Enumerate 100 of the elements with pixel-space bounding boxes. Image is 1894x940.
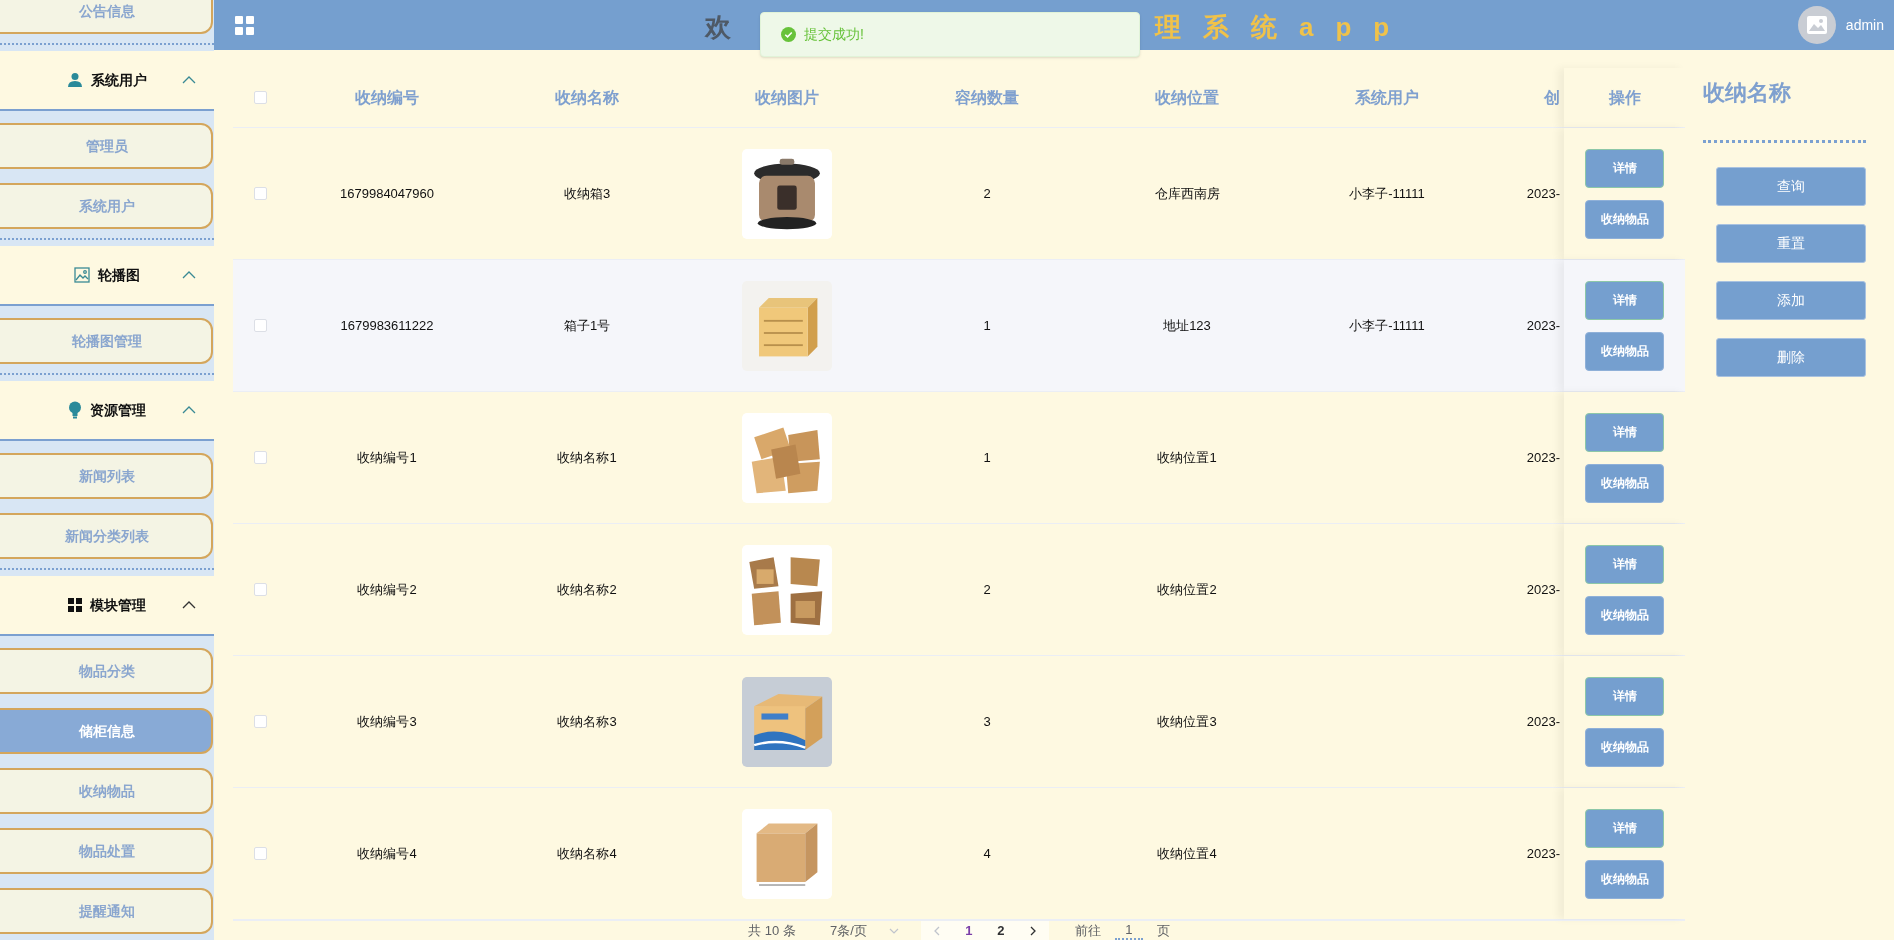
table-cell-text: 收纳位置4 [1157,844,1217,863]
checkbox[interactable] [253,91,267,104]
action-button[interactable]: 查询 [1716,167,1866,206]
details-button[interactable]: 详情 [1585,808,1664,848]
action-button[interactable]: 重置 [1716,224,1866,263]
table-cell-text: 1 [983,316,991,335]
goto-label: 前往 [1074,921,1101,940]
group-label: 系统用户 [91,70,147,90]
table-cell-text: 小李子-11111 [1349,184,1425,203]
grid-icon [68,598,82,612]
group-label: 模块管理 [90,595,146,615]
table-cell-text: 箱子1号 [563,316,611,335]
table-cell-text: 1679984047960 [340,184,434,203]
header-title: 欢 [705,11,731,44]
table-cell-text: 2 [983,580,991,599]
header-title: 理系统app [1155,11,1412,44]
column-header[interactable]: 收纳编号 [355,85,419,110]
table-row[interactable]: 1679983611222 箱子1号 1 地址123 小李子-11111 2023- 详情 收纳物品 [233,260,1685,392]
column-header[interactable]: 收纳名称 [555,85,619,110]
sidebar-item[interactable]: 公告信息 [0,0,213,34]
success-icon [781,27,796,42]
page-button[interactable]: 1 [952,920,985,940]
table-cell-text: 小李子-11111 [1349,316,1425,335]
page-button[interactable]: 2 [984,920,1017,940]
table-cell-text: 2023- [1526,184,1560,203]
checkbox[interactable] [253,187,267,200]
action-button[interactable]: 删除 [1716,338,1866,377]
table-cell-text: 地址123 [1163,316,1211,335]
details-button[interactable]: 详情 [1585,676,1664,716]
checkbox[interactable] [253,847,267,860]
column-header: 操作 [1608,87,1641,108]
group-label: 资源管理 [90,400,146,420]
sidebar-item[interactable]: 新闻分类列表 [0,513,213,559]
sidebar-item[interactable]: 物品处置 [0,828,213,874]
table-row[interactable]: 1679984047960 收纳箱3 2 仓库西南房 小李子-11111 2023- 详情 收纳物品 [233,128,1685,260]
image-icon [1807,16,1827,34]
items-button[interactable]: 收纳物品 [1585,199,1664,239]
table-cell-text: 2023- [1526,580,1560,599]
table-row[interactable]: 收纳编号1 收纳名称1 1 收纳位置1 2023- 详情 收纳物品 [233,392,1685,524]
table-cell-text: 2023- [1526,844,1560,863]
sidebar-item[interactable]: 管理员 [0,123,213,169]
items-button[interactable]: 收纳物品 [1585,859,1664,899]
table-cell-text: 2023- [1526,712,1560,731]
items-button[interactable]: 收纳物品 [1585,595,1664,635]
table-cell-text: 1 [983,448,991,467]
table-cell-text: 收纳编号4 [357,844,417,863]
items-button[interactable]: 收纳物品 [1585,727,1664,767]
toast-message: 提交成功! [804,25,864,44]
chevron-up-icon[interactable] [182,601,196,609]
image-icon [74,267,90,283]
table-cell-text: 收纳名称3 [557,712,617,731]
table-cell-text: 3 [983,712,991,731]
page-input[interactable]: 1 [1114,921,1143,940]
table-cell-text: 收纳名称2 [557,580,617,599]
details-button[interactable]: 详情 [1585,412,1664,452]
sidebar-item[interactable]: 提醒通知 [0,888,213,934]
items-button[interactable]: 收纳物品 [1585,463,1664,503]
table-row[interactable]: 收纳编号3 收纳名称3 3 收纳位置3 2023- 详情 收纳物品 [233,656,1685,788]
table-cell-text: 1679983611222 [340,316,434,335]
table-cell-text: 2023- [1526,316,1560,335]
checkbox[interactable] [253,319,267,332]
table-cell-text: 收纳位置1 [1157,448,1217,467]
user-name[interactable]: admin [1845,15,1884,36]
caret-icon [888,927,899,934]
table-cell-text: 2 [983,184,991,203]
table-cell-text: 收纳编号3 [357,712,417,731]
column-header[interactable]: 收纳位置 [1155,85,1219,110]
lightbulb-icon [68,401,82,419]
search-label: 收纳名称 [1703,79,1792,107]
table-cell-text: 收纳位置3 [1157,712,1217,731]
sidebar-item[interactable]: 收纳物品 [0,768,213,814]
checkbox[interactable] [253,715,267,728]
column-header[interactable]: 收纳图片 [755,85,819,110]
sidebar-item[interactable]: 系统用户 [0,183,213,229]
table-cell-text: 4 [983,844,991,863]
details-button[interactable]: 详情 [1585,148,1664,188]
table-cell-text: 收纳箱3 [563,184,611,203]
column-header[interactable]: 创 [1544,85,1560,110]
group-label: 轮播图 [98,265,140,285]
sidebar-item[interactable]: 储柜信息 [0,708,213,754]
sidebar-item[interactable]: 物品分类 [0,648,213,694]
details-button[interactable]: 详情 [1585,544,1664,584]
checkbox[interactable] [253,583,267,596]
table-cell-text: 收纳名称4 [557,844,617,863]
page-size-select[interactable]: 7条/页 [821,920,907,940]
items-button[interactable]: 收纳物品 [1585,331,1664,371]
column-header[interactable]: 容纳数量 [955,85,1019,110]
details-button[interactable]: 详情 [1585,280,1664,320]
table-row[interactable]: 收纳编号2 收纳名称2 2 收纳位置2 2023- 详情 收纳物品 [233,524,1685,656]
action-button[interactable]: 添加 [1716,281,1866,320]
table-cell-text: 收纳名称1 [557,448,617,467]
table-cell-text: 收纳编号1 [357,448,417,467]
table-row[interactable]: 收纳编号4 收纳名称4 4 收纳位置4 2023- 详情 收纳物品 [233,788,1685,920]
chevron-right-icon [1029,925,1036,936]
table-cell-text: 仓库西南房 [1154,184,1220,203]
grid-menu-icon[interactable] [235,16,254,35]
column-header[interactable]: 系统用户 [1355,85,1419,110]
sidebar-item[interactable]: 轮播图管理 [0,318,213,364]
sidebar-item[interactable]: 新闻列表 [0,453,213,499]
checkbox[interactable] [253,451,267,464]
